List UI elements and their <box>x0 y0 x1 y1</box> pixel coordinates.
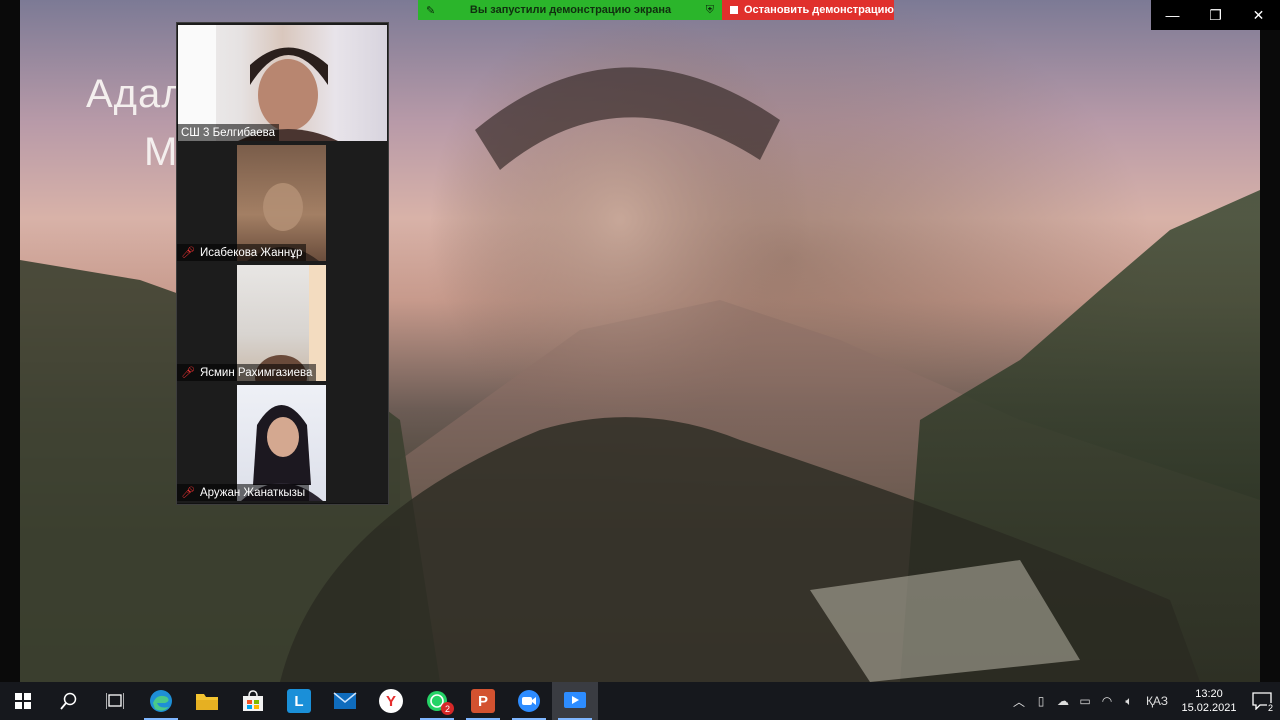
l-app-button[interactable]: L <box>276 682 322 720</box>
wifi-icon[interactable]: ◠ <box>1096 694 1118 708</box>
close-icon: ✕ <box>1252 6 1265 23</box>
share-pin-icon: ✎ <box>426 4 436 17</box>
participant-tile[interactable]: СШ 3 Белгибаева <box>177 23 388 144</box>
shield-icon: ⛨ <box>705 3 714 16</box>
stop-share-button[interactable]: Остановить демонстрацию <box>722 0 894 20</box>
slide-title-line-2: М <box>144 130 178 174</box>
system-tray: ︿ ▯ ☁ ▭ ◠ 🔈︎ ҚАЗ 13:20 15.02.2021 2 <box>1008 682 1280 720</box>
stop-share-label: Остановить демонстрацию <box>744 4 894 16</box>
participant-name: Аружан Жанаткызы <box>199 486 306 499</box>
zoom-button[interactable] <box>506 682 552 720</box>
l-app-icon: L <box>287 689 311 713</box>
restore-icon: ❐ <box>1209 6 1222 23</box>
whatsapp-button[interactable]: 2 <box>414 682 460 720</box>
search-icon <box>60 692 77 710</box>
yandex-icon: Y <box>379 689 403 713</box>
participant-name: Ясмин Рахимгазиева <box>199 366 313 379</box>
onedrive-icon[interactable]: ☁ <box>1052 694 1074 708</box>
share-status-banner[interactable]: ✎ Вы запустили демонстрацию экрана ⛨ <box>418 0 722 20</box>
clock[interactable]: 13:20 15.02.2021 <box>1174 687 1244 715</box>
restore-button[interactable]: ❐ <box>1194 0 1237 30</box>
participant-name: Исабекова Жаннұр <box>199 246 303 259</box>
store-icon <box>243 690 263 711</box>
muted-mic-icon: 🎤︎ <box>181 247 195 259</box>
minimize-button[interactable]: — <box>1151 0 1194 30</box>
store-button[interactable] <box>230 682 276 720</box>
usb-device-icon[interactable]: ▯ <box>1030 694 1052 708</box>
windows-taskbar: L Y 2 P ︿ ▯ ☁ ▭ ◠ 🔈︎ ҚАЗ 13:20 15.02.202… <box>0 682 1280 720</box>
yandex-browser-button[interactable]: Y <box>368 682 414 720</box>
mail-icon <box>333 692 357 709</box>
close-button[interactable]: ✕ <box>1237 0 1280 30</box>
action-center-button[interactable]: 2 <box>1244 682 1280 720</box>
whatsapp-badge: 2 <box>441 702 454 715</box>
participant-name-tag: 🎤︎ Ясмин Рахимгазиева <box>177 364 317 381</box>
participant-tile[interactable]: 🎤︎ Ясмин Рахимгазиева <box>177 263 388 384</box>
muted-mic-icon: 🎤︎ <box>181 367 195 379</box>
language-indicator[interactable]: ҚАЗ <box>1140 694 1174 708</box>
file-explorer-button[interactable] <box>184 682 230 720</box>
task-view-button[interactable] <box>92 682 138 720</box>
screen-share-view: Адал М ✎ Вы запустили демонстрацию экран… <box>0 0 1280 682</box>
start-button[interactable] <box>0 682 46 720</box>
clock-date: 15.02.2021 <box>1181 702 1237 714</box>
screen-share-toolbar: ✎ Вы запустили демонстрацию экрана ⛨ Ост… <box>418 0 894 20</box>
stop-icon <box>730 6 738 14</box>
slide-title-line-1: Адал <box>86 72 186 116</box>
edge-taskbar-button[interactable] <box>138 682 184 720</box>
mail-button[interactable] <box>322 682 368 720</box>
participant-name: СШ 3 Белгибаева <box>181 126 276 139</box>
participant-tile[interactable]: 🎤︎ Аружан Жанаткызы <box>177 383 388 504</box>
battery-icon[interactable]: ▭ <box>1074 694 1096 708</box>
edge-icon <box>150 690 172 712</box>
zoom-icon <box>518 690 540 712</box>
participant-name-tag: 🎤︎ Аружан Жанаткызы <box>177 484 310 501</box>
zoom-share-icon <box>564 692 586 708</box>
participant-video-panel[interactable]: СШ 3 Белгибаева 🎤︎ Исабекова Жаннұр 🎤︎ Я… <box>176 22 389 505</box>
task-view-icon <box>106 693 124 709</box>
window-controls: — ❐ ✕ <box>1151 0 1280 30</box>
folder-icon <box>196 694 218 710</box>
show-hidden-icons-icon[interactable]: ︿ <box>1008 693 1030 710</box>
participant-tile[interactable]: 🎤︎ Исабекова Жаннұр <box>177 143 388 264</box>
participant-name-tag: 🎤︎ Исабекова Жаннұр <box>177 244 307 261</box>
windows-icon <box>15 693 31 709</box>
powerpoint-button[interactable]: P <box>460 682 506 720</box>
minimize-icon: — <box>1165 7 1180 23</box>
notification-count: 2 <box>1266 703 1274 713</box>
clock-time: 13:20 <box>1195 688 1223 700</box>
share-status-text: Вы запустили демонстрацию экрана <box>469 4 672 16</box>
zoom-share-button[interactable] <box>552 682 598 720</box>
participant-name-tag: СШ 3 Белгибаева <box>177 124 280 141</box>
muted-mic-icon: 🎤︎ <box>181 487 195 499</box>
volume-icon[interactable]: 🔈︎ <box>1118 694 1140 709</box>
powerpoint-icon: P <box>471 689 495 713</box>
search-button[interactable] <box>46 682 92 720</box>
